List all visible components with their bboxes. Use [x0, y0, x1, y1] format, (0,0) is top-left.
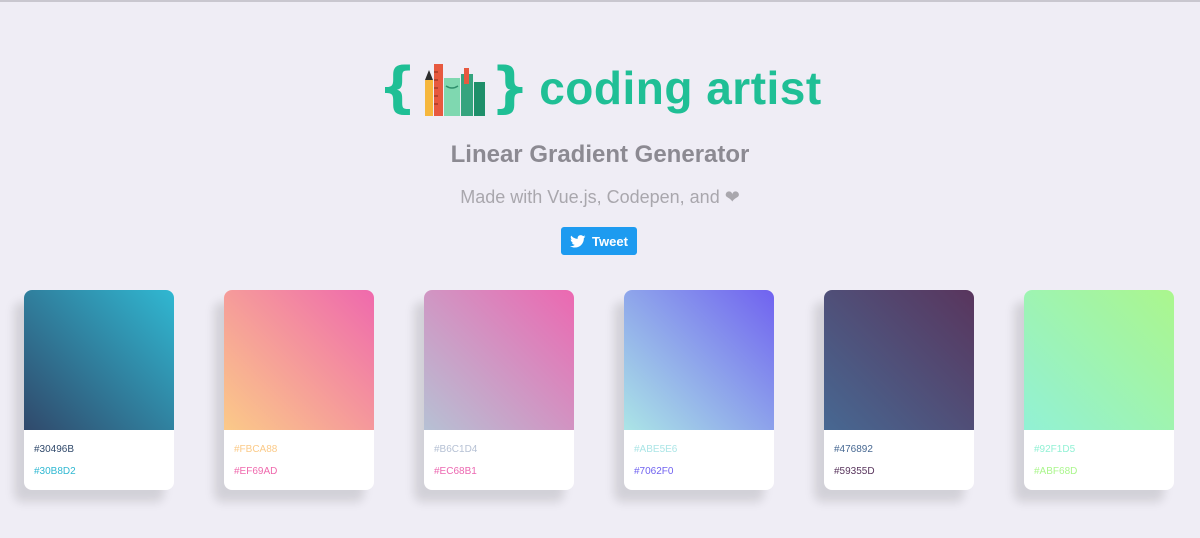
color-code-2: #EC68B1 [434, 466, 477, 477]
color-code-1: #FBCA88 [234, 444, 278, 455]
gradient-swatch[interactable] [24, 290, 174, 430]
pencil-ruler-books-icon [424, 64, 485, 116]
brace-left: { [378, 56, 417, 119]
logo-text: coding artist [539, 62, 822, 114]
tagline: Made with Vue.js, Codepen, and ❤ [460, 187, 740, 207]
gradient-card[interactable]: #30496B #30B8D2 [24, 290, 174, 490]
gradient-card[interactable]: #92F1D5 #ABF68D [1024, 290, 1174, 490]
gradient-swatch[interactable] [1024, 290, 1174, 430]
gradient-card[interactable]: #FBCA88 #EF69AD [224, 290, 374, 490]
twitter-bird-icon [570, 234, 586, 248]
color-code-1: #B6C1D4 [434, 444, 478, 455]
color-code-2: #7062F0 [634, 466, 674, 477]
color-code-1: #476892 [834, 444, 873, 455]
color-code-1: #ABE5E6 [634, 444, 678, 455]
tweet-button[interactable]: Tweet [561, 227, 637, 255]
logo[interactable]: { } coding artist [378, 56, 821, 120]
color-code-2: #EF69AD [234, 466, 278, 477]
gradient-card[interactable]: #ABE5E6 #7062F0 [624, 290, 774, 490]
color-code-2: #59355D [834, 466, 875, 477]
header: { } coding artist [0, 56, 1200, 120]
color-code-1: #92F1D5 [1034, 444, 1076, 455]
color-code-1: #30496B [34, 444, 75, 455]
gradient-swatch[interactable] [624, 290, 774, 430]
color-code-2: #30B8D2 [34, 466, 76, 477]
page-subtitle: Linear Gradient Generator [450, 141, 750, 168]
gradient-swatch[interactable] [424, 290, 574, 430]
gradient-card[interactable]: #B6C1D4 #EC68B1 [424, 290, 574, 490]
brace-right: } [490, 56, 530, 119]
gradient-swatch[interactable] [224, 290, 374, 430]
tweet-label: Tweet [592, 233, 628, 249]
gradient-swatch[interactable] [824, 290, 974, 430]
top-rule [0, 0, 1200, 2]
color-code-2: #ABF68D [1034, 466, 1078, 477]
gradient-card[interactable]: #476892 #59355D [824, 290, 974, 490]
